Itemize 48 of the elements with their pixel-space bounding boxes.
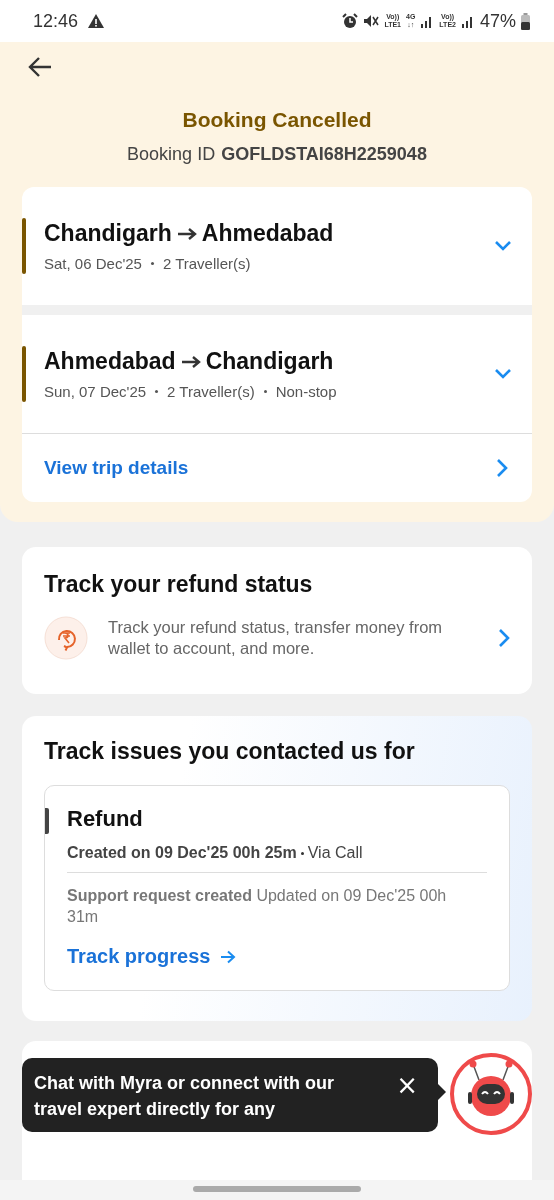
rupee-refund-icon [44,616,88,660]
booking-id: GOFLDSTAI68H2259048 [221,144,427,165]
tooltip-text: Chat with Myra or connect with our travel expert directly for any [34,1072,335,1121]
chevron-right-icon [498,628,510,648]
card-title: Track your refund status [44,571,314,598]
trip-detail: Sat, 06 Dec'25 [44,255,142,272]
view-trip-details-link[interactable]: View trip details [22,433,532,502]
track-progress-link[interactable]: Track progress [67,945,237,968]
trip-detail: 2 Traveller(s) [162,255,251,272]
trip-detail: Non-stop [275,383,337,400]
arrow-icon [220,949,237,964]
trip-detail: 2 Traveller(s) [167,383,255,400]
mute-icon [363,13,380,29]
chevron-down-icon[interactable] [494,240,512,252]
origin-city: Chandigarh [44,220,172,247]
trip-detail: Sun, 07 Dec'25 [44,383,147,400]
back-arrow-icon[interactable] [27,56,53,78]
booking-id-label: Booking ID [127,144,216,165]
issue-channel: Via Call [307,844,363,862]
issue-title: Refund [67,806,144,832]
trip-row[interactable]: Ahmedabad Chandigarh Sun, 07 Dec'25 2 Traveller(s) Non-stop [22,315,532,433]
chatbot-avatar-icon[interactable] [449,1052,533,1136]
signal-icon [460,14,475,28]
destination-city: Chandigarh [205,348,334,375]
origin-city: Ahmedabad [44,348,176,375]
issue-card[interactable]: Refund Created on 09 Dec'25 00h 25m Via Call Support request created Updated on 09 Dec'25 00h 31m Track progress [44,785,510,991]
issue-created-date: Created on 09 Dec'25 00h 25m [67,844,297,862]
battery-level: 47% [479,10,516,32]
separator-dot [263,390,267,393]
refund-description: Track your refund status, transfer money from wallet to account, and more. [108,617,444,659]
separator-dot [155,390,159,393]
trip-row[interactable]: Chandigarh Ahmedabad Sat, 06 Dec'25 2 Traveller(s) [22,187,532,305]
card-title: Track issues you contacted us for [44,738,416,765]
separator-dot [150,262,154,265]
chevron-down-icon[interactable] [494,368,512,380]
warning-icon [87,13,106,29]
refund-card[interactable]: Track your refund status Track your refund status, transfer money from wallet to account, and more. [22,547,532,694]
chevron-right-icon [496,458,508,478]
destination-city: Ahmedabad [201,220,334,247]
status-time: 12:46 [33,10,79,32]
alarm-icon [342,13,359,29]
issue-status: Support request created Updated on 09 Dec'25 00h 31m [67,886,448,927]
close-button[interactable]: × [390,1070,424,1100]
separator-dot [300,851,304,855]
arrow-icon [175,226,198,241]
booking-status-title: Booking Cancelled [182,108,372,132]
battery-icon [521,12,530,30]
arrow-icon [179,354,202,369]
